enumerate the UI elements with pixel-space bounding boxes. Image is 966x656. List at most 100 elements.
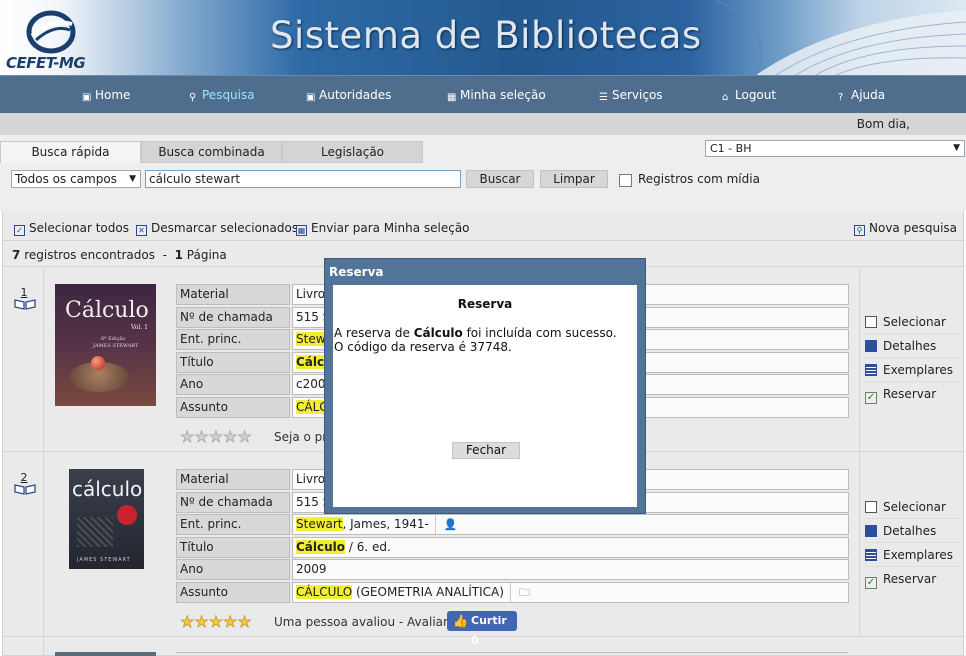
field-label: Título	[176, 351, 290, 373]
logo-text: CEFET-MG	[6, 54, 86, 72]
field-label: Assunto	[176, 581, 290, 603]
person-icon[interactable]: 👤	[434, 515, 458, 535]
rating-stars[interactable]: ★★★★★	[180, 427, 252, 447]
subject-link[interactable]: CÁLC	[296, 399, 328, 414]
folder-icon[interactable]: 🗀	[509, 582, 530, 602]
greeting-bar: Bom dia,	[0, 113, 966, 135]
clear-button[interactable]: Limpar	[540, 170, 608, 188]
nav-servicos[interactable]: ☰ Serviços	[599, 88, 663, 103]
spacer	[0, 195, 966, 211]
checkbox-icon	[865, 316, 877, 328]
rating-text[interactable]: Uma pessoa avaliou - Avaliar	[274, 615, 448, 629]
search-button[interactable]: Buscar	[466, 170, 534, 188]
send-selection-button[interactable]: ▦ Enviar para Minha seleção	[296, 221, 470, 236]
results-actions: ✓ Selecionar todos ✕ Desmarcar selecionado…	[3, 211, 965, 241]
help-icon: ?	[838, 92, 844, 103]
open-book-icon	[14, 484, 36, 495]
nav-home[interactable]: ▣ Home	[82, 88, 130, 103]
book-cover[interactable]: Cálculo Vol. 1 6ª Edição James Stewart	[55, 284, 156, 406]
title-text: Cálculo	[296, 539, 346, 554]
search-icon: ⚲	[854, 225, 865, 236]
cefet-logo[interactable]: CEFET-MG	[4, 6, 100, 72]
field-row-title: Título Cálculo / 6. ed.	[176, 536, 849, 559]
rating-text[interactable]: Seja o pri	[274, 430, 331, 444]
search-input[interactable]: cálculo stewart	[145, 170, 461, 188]
nav-ajuda-label: Ajuda	[851, 88, 886, 102]
tab-legislacao[interactable]: Legislação	[282, 141, 423, 163]
person-icon: ▣	[306, 92, 316, 103]
check-icon: ✓	[865, 392, 877, 404]
grid-icon: ▦	[447, 92, 457, 103]
details-label: Detalhes	[883, 524, 937, 538]
author-rest: , James, 1941-	[342, 517, 429, 532]
details-link[interactable]: Detalhes	[865, 336, 961, 358]
checkbox-icon	[865, 501, 877, 513]
field-label: Ano	[176, 374, 290, 396]
select-checkbox[interactable]: Selecionar	[865, 497, 961, 519]
field-row-main-entry: Ent. princ. Stewart, James, 1941- 👤	[176, 514, 849, 536]
field-label: Nº de chamada	[176, 306, 290, 328]
copies-link[interactable]: Exemplares	[865, 360, 961, 382]
author-link[interactable]: Stew	[296, 332, 326, 347]
nav-ajuda[interactable]: ? Ajuda	[838, 88, 885, 103]
library-select[interactable]: C1 - BH ▼	[705, 140, 965, 157]
cover-author: James Stewart	[77, 557, 131, 563]
details-label: Detalhes	[883, 339, 937, 353]
field-label: Título	[176, 536, 290, 558]
results-separator: -	[162, 248, 167, 262]
close-button[interactable]: Fechar	[452, 442, 520, 459]
cover-ball	[91, 356, 105, 370]
select-all-label: Selecionar todos	[29, 221, 129, 235]
record-3	[3, 638, 965, 656]
new-search-button[interactable]: ⚲ Nova pesquisa	[854, 221, 957, 236]
field-value: Stewart, James, 1941- 👤	[292, 514, 849, 536]
dialog-body: Reserva A reserva de Cálculo foi incluíd…	[333, 285, 637, 507]
search-row: Todos os campos ▼ cálculo stewart Buscar…	[0, 165, 966, 195]
cover-graphic	[77, 517, 113, 547]
rating-stars[interactable]: ★★★★★	[180, 612, 252, 632]
nav-logout-label: Logout	[735, 88, 777, 102]
reservation-dialog: Reserva Reserva A reserva de Cálculo foi…	[324, 258, 646, 514]
nav-logout[interactable]: ⌂ Logout	[722, 88, 776, 103]
reserve-link[interactable]: ✓ Reservar	[865, 569, 961, 591]
select-label: Selecionar	[883, 315, 946, 329]
select-checkbox[interactable]: Selecionar	[865, 312, 961, 334]
thumbs-up-icon: 👍	[453, 614, 468, 628]
search-field-select[interactable]: Todos os campos ▼	[11, 170, 141, 188]
select-all-button[interactable]: ✓ Selecionar todos	[14, 221, 129, 236]
logout-icon: ⌂	[722, 92, 729, 103]
book-cover-partial	[55, 652, 156, 656]
dialog-reservation-code: O código da reserva é 37748.	[334, 340, 512, 354]
dialog-message-title: Cálculo	[413, 326, 463, 340]
divider	[43, 268, 44, 451]
author-link[interactable]: Stewart	[296, 517, 343, 532]
tab-busca-combinada[interactable]: Busca combinada	[141, 141, 282, 163]
cover-title: Cálculo	[65, 298, 149, 323]
divider	[43, 453, 44, 636]
details-link[interactable]: Detalhes	[865, 521, 961, 543]
nav-minha-selecao-label: Minha seleção	[460, 88, 546, 102]
nav-minha-selecao[interactable]: ▦ Minha seleção	[447, 88, 546, 103]
book-cover[interactable]: cálculo James Stewart	[69, 469, 144, 569]
field-value: Cálculo / 6. ed.	[292, 536, 849, 558]
media-checkbox-label: Registros com mídia	[638, 172, 760, 186]
field-label: Ano	[176, 559, 290, 581]
cover-author: James Stewart	[93, 343, 139, 349]
divider	[859, 453, 860, 636]
nav-servicos-label: Serviços	[612, 88, 663, 102]
reserve-label: Reservar	[883, 572, 937, 586]
reserve-link[interactable]: ✓ Reservar	[865, 384, 961, 406]
tab-busca-rapida[interactable]: Busca rápida	[0, 141, 141, 163]
like-button[interactable]: 👍 Curtir 0	[447, 611, 517, 647]
copies-label: Exemplares	[883, 363, 953, 377]
select-label: Selecionar	[883, 500, 946, 514]
subject-link[interactable]: CÁLCULO	[296, 584, 353, 599]
nav-autoridades[interactable]: ▣ Autoridades	[306, 88, 391, 103]
copies-link[interactable]: Exemplares	[865, 545, 961, 567]
nav-pesquisa[interactable]: ⚲ Pesquisa	[189, 88, 255, 103]
check-box-icon: ✓	[14, 225, 25, 236]
media-checkbox[interactable]	[619, 174, 632, 187]
unselect-button[interactable]: ✕ Desmarcar selecionados	[136, 221, 298, 236]
dialog-message: A reserva de Cálculo foi incluída com su…	[334, 326, 617, 354]
divider	[43, 638, 44, 655]
